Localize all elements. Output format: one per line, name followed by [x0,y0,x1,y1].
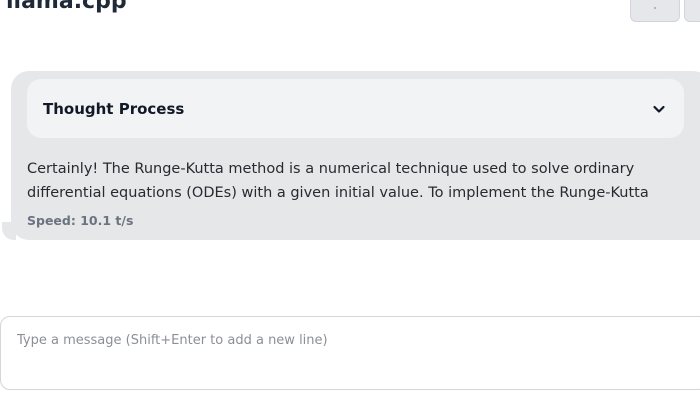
thought-process-title: Thought Process [43,99,185,118]
assistant-message: Thought Process Certainly! The Runge-Kut… [11,71,700,240]
header-settings-button[interactable] [684,0,700,22]
message-input[interactable] [17,332,677,356]
chat-app: llama.cpp Thought Process Certainly! The… [0,0,700,400]
generation-speed: Speed: 10.1 t/s [27,213,134,228]
app-title: llama.cpp [6,0,127,14]
assistant-message-text: Certainly! The Runge-Kutta method is a n… [27,161,649,201]
chevron-down-icon [653,105,665,113]
menu-dot-icon [654,7,656,9]
message-composer [0,316,700,390]
thought-process-toggle[interactable]: Thought Process [27,79,684,138]
header-action-button[interactable] [630,0,680,22]
